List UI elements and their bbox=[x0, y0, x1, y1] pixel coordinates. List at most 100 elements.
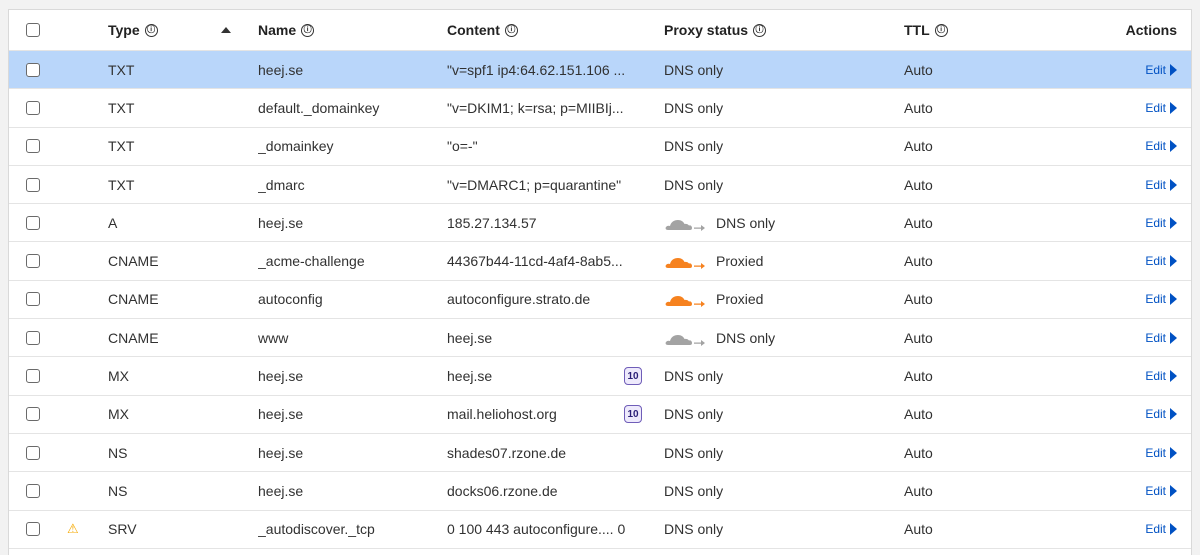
record-type: MX bbox=[108, 406, 129, 423]
record-ttl: Auto bbox=[904, 291, 933, 308]
priority-cell bbox=[624, 242, 652, 279]
warning-cell bbox=[67, 357, 87, 394]
priority-cell bbox=[624, 434, 652, 471]
edit-record-link[interactable]: Edit bbox=[1145, 407, 1177, 421]
table-row[interactable]: CNAME autoconfig autoconfigure.strato.de… bbox=[9, 281, 1191, 320]
dns-only-cloud-icon bbox=[665, 219, 705, 231]
table-row[interactable]: TXT default._domainkey "v=DKIM1; k=rsa; … bbox=[9, 89, 1191, 128]
select-all-checkbox[interactable] bbox=[26, 23, 40, 37]
info-icon[interactable]: ⓘ bbox=[504, 23, 518, 37]
row-checkbox[interactable] bbox=[26, 369, 40, 384]
column-header-name-label: Name bbox=[258, 22, 297, 38]
table-row[interactable]: NS heej.se shades07.rzone.de DNS only Au… bbox=[9, 434, 1191, 473]
row-select-cell bbox=[26, 319, 50, 356]
proxy-status-label: DNS only bbox=[664, 176, 724, 193]
edit-label: Edit bbox=[1145, 100, 1166, 115]
edit-record-link[interactable]: Edit bbox=[1145, 63, 1177, 77]
proxy-status-cell: DNS only bbox=[664, 434, 864, 471]
table-row[interactable]: NS heej.se docks06.rzone.de DNS only Aut… bbox=[9, 472, 1191, 511]
edit-record-link[interactable]: Edit bbox=[1145, 178, 1177, 192]
row-checkbox[interactable] bbox=[26, 483, 40, 498]
record-ttl: Auto bbox=[904, 482, 933, 499]
proxy-status-cell: DNS only bbox=[664, 511, 864, 548]
row-select-cell bbox=[26, 51, 50, 88]
row-checkbox[interactable] bbox=[26, 292, 40, 307]
table-row[interactable]: TXT heej.se "v=spf1 ip4:64.62.151.106 ..… bbox=[9, 51, 1191, 90]
proxy-status-label: DNS only bbox=[664, 138, 724, 155]
edit-record-link[interactable]: Edit bbox=[1145, 369, 1177, 383]
priority-badge: 10 bbox=[624, 367, 642, 386]
edit-record-link[interactable]: Edit bbox=[1145, 292, 1177, 306]
proxy-status-label: DNS only bbox=[664, 99, 724, 116]
edit-record-link[interactable]: Edit bbox=[1145, 446, 1177, 460]
row-checkbox[interactable] bbox=[26, 407, 40, 422]
info-icon[interactable]: ⓘ bbox=[301, 23, 315, 37]
table-row[interactable]: MX heej.se mail.heliohost.org 10 DNS onl… bbox=[9, 396, 1191, 434]
row-checkbox[interactable] bbox=[26, 254, 40, 269]
info-icon[interactable]: ⓘ bbox=[753, 23, 767, 37]
edit-label: Edit bbox=[1145, 177, 1166, 192]
column-header-name[interactable]: Name ⓘ bbox=[258, 10, 438, 50]
caret-right-icon bbox=[1170, 293, 1177, 306]
row-select-cell bbox=[26, 204, 50, 241]
record-ttl: Auto bbox=[904, 444, 933, 461]
proxy-status-cell: DNS only bbox=[664, 357, 864, 394]
proxy-status-cell: DNS only bbox=[664, 166, 864, 203]
column-header-ttl[interactable]: TTL ⓘ bbox=[904, 10, 1024, 50]
actions-cell: Edit bbox=[1057, 204, 1177, 241]
edit-record-link[interactable]: Edit bbox=[1145, 484, 1177, 498]
table-row[interactable]: MX heej.se heej.se 10 DNS only Auto Edit bbox=[9, 357, 1191, 396]
record-name: heej.se bbox=[258, 482, 304, 499]
table-row[interactable]: CNAME www heej.se DNS only Auto Edit bbox=[9, 319, 1191, 358]
record-type: A bbox=[108, 214, 118, 231]
record-name: heej.se bbox=[258, 214, 304, 231]
caret-right-icon bbox=[1170, 255, 1177, 268]
edit-record-link[interactable]: Edit bbox=[1145, 216, 1177, 230]
caret-right-icon bbox=[1170, 101, 1177, 114]
table-row[interactable]: TXT _domainkey "o=-" DNS only Auto Edit bbox=[9, 128, 1191, 166]
actions-cell: Edit bbox=[1057, 472, 1177, 509]
table-row[interactable]: ⚠ SRV _autodiscover._tcp 0 100 443 autoc… bbox=[9, 511, 1191, 549]
edit-record-link[interactable]: Edit bbox=[1145, 101, 1177, 115]
caret-right-icon bbox=[1170, 331, 1177, 344]
proxy-status-label: Proxied bbox=[716, 291, 764, 308]
table-header: Type ⓘ Name ⓘ Content ⓘ Proxy status ⓘ T… bbox=[9, 10, 1191, 51]
priority-cell bbox=[624, 204, 652, 241]
priority-cell bbox=[624, 319, 652, 356]
edit-record-link[interactable]: Edit bbox=[1145, 522, 1177, 536]
table-row[interactable]: CNAME _acme-challenge 44367b44-11cd-4af4… bbox=[9, 242, 1191, 281]
dns-only-cloud-icon bbox=[665, 334, 705, 346]
warning-cell: ⚠ bbox=[67, 511, 87, 548]
caret-right-icon bbox=[1170, 140, 1177, 153]
column-header-proxy-status[interactable]: Proxy status ⓘ bbox=[664, 10, 864, 50]
column-header-actions: Actions bbox=[1057, 10, 1177, 50]
record-ttl: Auto bbox=[904, 99, 933, 116]
table-row[interactable]: A heej.se 185.27.134.57 DNS only Auto Ed… bbox=[9, 204, 1191, 243]
record-ttl: Auto bbox=[904, 253, 933, 270]
priority-badge: 10 bbox=[624, 405, 642, 424]
row-checkbox[interactable] bbox=[26, 445, 40, 460]
column-header-content[interactable]: Content ⓘ bbox=[447, 10, 662, 50]
proxy-status-label: DNS only bbox=[664, 521, 724, 538]
row-checkbox[interactable] bbox=[26, 177, 40, 192]
priority-cell: 10 bbox=[624, 396, 652, 433]
sort-ascending-icon[interactable] bbox=[221, 27, 231, 33]
proxy-status-label: DNS only bbox=[716, 214, 776, 231]
row-checkbox[interactable] bbox=[26, 215, 40, 230]
row-checkbox[interactable] bbox=[26, 522, 40, 537]
record-name: heej.se bbox=[258, 444, 304, 461]
info-icon[interactable]: ⓘ bbox=[144, 23, 158, 37]
table-row[interactable]: TXT _dmarc "v=DMARC1; p=quarantine" DNS … bbox=[9, 166, 1191, 205]
edit-record-link[interactable]: Edit bbox=[1145, 139, 1177, 153]
row-checkbox[interactable] bbox=[26, 100, 40, 115]
row-checkbox[interactable] bbox=[26, 330, 40, 345]
row-checkbox[interactable] bbox=[26, 139, 40, 154]
edit-record-link[interactable]: Edit bbox=[1145, 254, 1177, 268]
info-icon[interactable]: ⓘ bbox=[934, 23, 948, 37]
edit-record-link[interactable]: Edit bbox=[1145, 331, 1177, 345]
proxy-status-cell: DNS only bbox=[664, 319, 864, 356]
proxy-status-label: DNS only bbox=[664, 406, 724, 423]
record-ttl: Auto bbox=[904, 138, 933, 155]
row-checkbox[interactable] bbox=[26, 62, 40, 77]
warning-icon[interactable]: ⚠ bbox=[67, 521, 79, 537]
